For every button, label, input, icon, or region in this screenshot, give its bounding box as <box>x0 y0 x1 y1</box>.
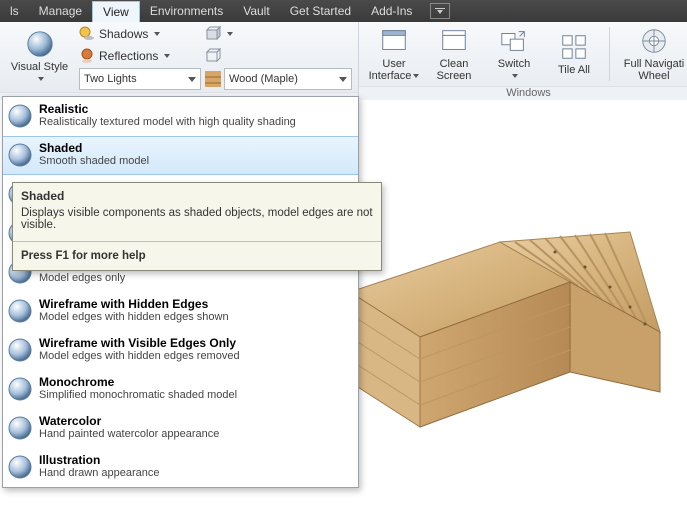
clean-screen-label: Clean Screen <box>437 58 472 82</box>
dropdown-item-desc: Hand drawn appearance <box>39 467 159 479</box>
shadows-label: Shadows <box>99 27 148 41</box>
menu-item-tools[interactable]: ls <box>0 1 29 21</box>
dropdown-item-title: Wireframe with Visible Edges Only <box>39 336 240 350</box>
tooltip-body: Displays visible components as shaded ob… <box>13 205 381 241</box>
menu-item-get-started[interactable]: Get Started <box>280 1 361 21</box>
reflections-button[interactable]: Reflections <box>79 46 199 66</box>
tile-all-button[interactable]: Tile All <box>545 24 603 84</box>
dropdown-item-monochrome[interactable]: MonochromeSimplified monochromatic shade… <box>3 370 358 409</box>
sphere-icon <box>7 142 33 168</box>
material-combo-value: Wood (Maple) <box>229 73 298 85</box>
switch-icon <box>499 26 529 56</box>
tile-all-label: Tile All <box>558 64 590 76</box>
separator <box>609 27 610 81</box>
ribbon: Visual Style Shadows Reflections Two Lig… <box>0 22 687 101</box>
dropdown-item-title: Illustration <box>39 453 159 467</box>
tooltip: Shaded Displays visible components as sh… <box>12 182 382 271</box>
appearance-extra: Wood (Maple) <box>205 24 352 90</box>
material-combo[interactable]: Wood (Maple) <box>224 68 352 90</box>
user-interface-button[interactable]: User Interface <box>365 24 423 84</box>
chevron-down-icon <box>188 77 196 82</box>
dropdown-item-title: Wireframe with Hidden Edges <box>39 297 229 311</box>
tooltip-help: Press F1 for more help <box>13 242 381 270</box>
clean-screen-icon <box>439 26 469 56</box>
switch-label: Switch <box>498 58 530 70</box>
dropdown-item-title: Realistic <box>39 102 296 116</box>
sphere-icon <box>7 298 33 324</box>
chevron-down-icon <box>339 77 347 82</box>
cube-icon <box>205 26 221 42</box>
user-interface-label: User Interface <box>369 58 412 82</box>
menu-overflow-button[interactable] <box>430 3 450 19</box>
chevron-down-icon <box>154 32 160 36</box>
nav-wheel-icon <box>639 26 669 56</box>
chevron-down-icon <box>227 32 233 36</box>
menu-bar: ls Manage View Environments Vault Get St… <box>0 0 687 22</box>
chevron-down-icon <box>512 74 518 78</box>
dropdown-item-desc: Simplified monochromatic shaded model <box>39 389 237 401</box>
lights-combo[interactable]: Two Lights <box>79 68 201 90</box>
chevron-down-icon <box>413 74 419 78</box>
texture-toggle-1[interactable] <box>205 24 233 44</box>
dropdown-item-title: Monochrome <box>39 375 237 389</box>
sphere-icon <box>7 103 33 129</box>
panel-windows: User Interface Clean Screen Switch Tile … <box>359 22 687 100</box>
appearance-options: Shadows Reflections Two Lights <box>79 24 199 90</box>
panel-windows-label: Windows <box>359 86 687 100</box>
menu-item-add-ins[interactable]: Add-Ins <box>361 1 422 21</box>
lights-combo-value: Two Lights <box>84 73 137 85</box>
tooltip-title: Shaded <box>13 183 381 205</box>
chevron-down-icon <box>38 77 44 81</box>
dropdown-item-realistic[interactable]: RealisticRealistically textured model wi… <box>3 97 358 136</box>
sphere-icon <box>7 337 33 363</box>
reflections-icon <box>79 48 95 64</box>
texture-toggle-2[interactable] <box>205 46 225 66</box>
reflections-label: Reflections <box>99 49 158 63</box>
menu-item-manage[interactable]: Manage <box>29 1 92 21</box>
dropdown-item-shaded[interactable]: ShadedSmooth shaded model <box>3 136 358 175</box>
visual-style-button[interactable]: Visual Style <box>6 27 73 87</box>
wood-model <box>330 222 687 462</box>
dropdown-item-illustration[interactable]: IllustrationHand drawn appearance <box>3 448 358 487</box>
material-swatch-icon <box>205 71 221 87</box>
menu-item-environments[interactable]: Environments <box>140 1 233 21</box>
menu-item-vault[interactable]: Vault <box>233 1 279 21</box>
dropdown-item-wireframe-with-hidden-edges[interactable]: Wireframe with Hidden EdgesModel edges w… <box>3 292 358 331</box>
sphere-icon <box>7 454 33 480</box>
window-icon <box>379 26 409 56</box>
sphere-icon <box>7 415 33 441</box>
menu-item-view[interactable]: View <box>92 1 140 22</box>
sphere-icon <box>25 29 55 59</box>
visual-style-dropdown: RealisticRealistically textured model wi… <box>2 96 359 488</box>
dropdown-item-watercolor[interactable]: WatercolorHand painted watercolor appear… <box>3 409 358 448</box>
switch-button[interactable]: Switch <box>485 24 543 84</box>
dropdown-item-title: Watercolor <box>39 414 219 428</box>
dropdown-item-desc: Smooth shaded model <box>39 155 149 167</box>
nav-wheel-button[interactable]: Full Navigati Wheel <box>616 24 687 84</box>
nav-wheel-label: Full Navigati Wheel <box>624 58 685 82</box>
chevron-down-icon <box>164 54 170 58</box>
sphere-icon <box>7 376 33 402</box>
clean-screen-button[interactable]: Clean Screen <box>425 24 483 84</box>
shadows-button[interactable]: Shadows <box>79 24 199 44</box>
dropdown-item-desc: Model edges only <box>39 272 125 284</box>
cube-outline-icon <box>205 48 221 64</box>
panel-appearance: Visual Style Shadows Reflections Two Lig… <box>0 22 359 100</box>
visual-style-label: Visual Style <box>11 61 68 73</box>
dropdown-item-desc: Model edges with hidden edges removed <box>39 350 240 362</box>
dropdown-item-desc: Realistically textured model with high q… <box>39 116 296 128</box>
dropdown-item-title: Shaded <box>39 141 149 155</box>
dropdown-item-desc: Hand painted watercolor appearance <box>39 428 219 440</box>
tile-icon <box>559 32 589 62</box>
shadows-icon <box>79 26 95 42</box>
dropdown-item-wireframe-with-visible-edges-only[interactable]: Wireframe with Visible Edges OnlyModel e… <box>3 331 358 370</box>
dropdown-item-desc: Model edges with hidden edges shown <box>39 311 229 323</box>
